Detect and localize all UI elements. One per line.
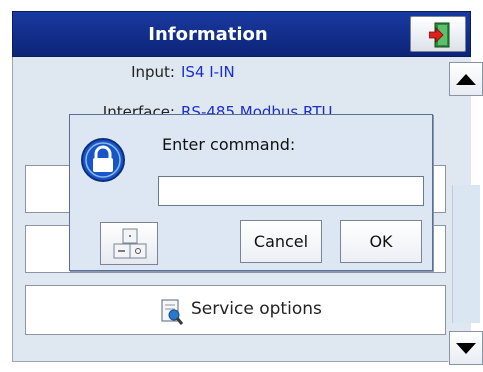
input-value: IS4 I-IN: [181, 63, 235, 81]
keyboard-icon: [113, 228, 147, 259]
cancel-button[interactable]: Cancel: [240, 220, 322, 263]
input-label: Input:: [131, 63, 175, 81]
scroll-up-button[interactable]: [449, 62, 483, 96]
scrollbar-thumb[interactable]: [452, 185, 480, 323]
arrow-down-icon: [456, 343, 476, 354]
page-title: Information: [148, 24, 268, 45]
exit-door-icon: [429, 22, 450, 48]
command-input[interactable]: [158, 176, 424, 206]
service-options-button[interactable]: Service options: [25, 285, 446, 335]
arrow-up-icon: [456, 74, 476, 85]
lock-icon: [80, 137, 126, 187]
header-bar: Information: [12, 11, 471, 57]
dialog-prompt: Enter command:: [162, 135, 296, 154]
ok-button[interactable]: OK: [340, 220, 422, 263]
scroll-down-button[interactable]: [449, 331, 483, 365]
keyboard-button[interactable]: [100, 222, 158, 265]
screen: Information Input: IS4 I-IN Interface: R…: [0, 0, 483, 372]
command-dialog: Enter command: Cancel OK: [69, 114, 433, 271]
service-options-label: Service options: [191, 299, 322, 319]
exit-button[interactable]: [410, 16, 466, 52]
service-wrench-icon: [160, 299, 184, 330]
